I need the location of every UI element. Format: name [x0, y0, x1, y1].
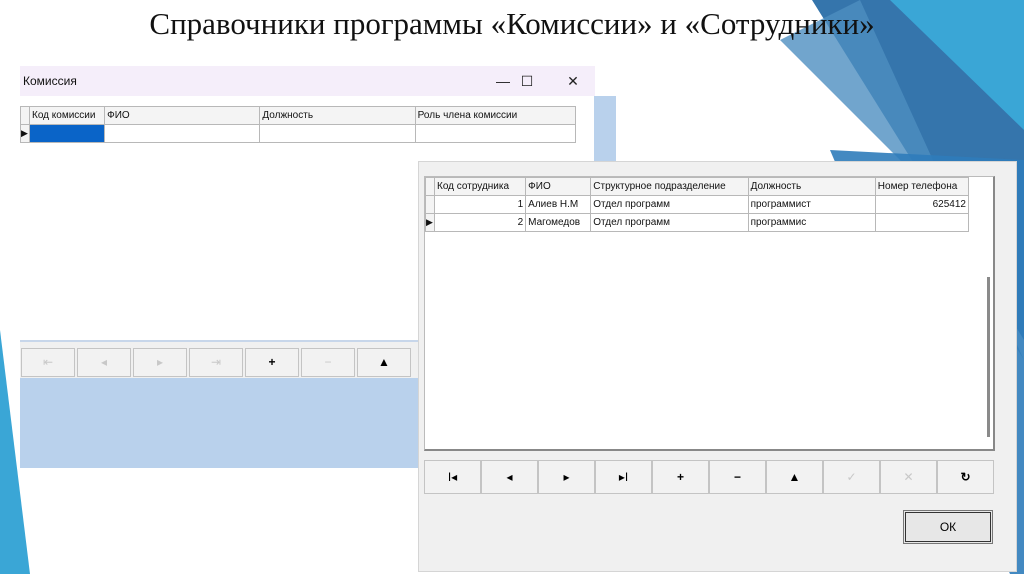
- row-indicator-header: [424, 177, 436, 196]
- table-cell[interactable]: 1: [434, 195, 527, 214]
- table-cell[interactable]: Алиев Н.М: [525, 195, 592, 214]
- column-header[interactable]: Должность: [259, 106, 416, 125]
- column-header[interactable]: Структурное подразделение: [590, 177, 749, 196]
- table-cell-selected[interactable]: [29, 124, 106, 143]
- maximize-button[interactable]: ☐: [514, 70, 540, 92]
- column-header[interactable]: ФИО: [525, 177, 592, 196]
- last-record-button[interactable]: ▸I: [595, 460, 652, 494]
- prior-record-button[interactable]: ◂: [481, 460, 538, 494]
- row-indicator-header: [19, 106, 31, 125]
- table-cell[interactable]: Магомедов: [525, 213, 592, 232]
- column-header[interactable]: Номер телефона: [874, 177, 970, 196]
- ok-button[interactable]: ОК: [903, 510, 993, 544]
- grid-header-row: Код комиссии ФИО Должность Роль члена ко…: [19, 106, 577, 125]
- next-record-button[interactable]: ▸: [133, 348, 187, 377]
- refresh-button[interactable]: ↻: [937, 460, 994, 494]
- table-row[interactable]: ▶: [19, 124, 577, 143]
- table-row[interactable]: 1 Алиев Н.М Отдел программ программист 6…: [424, 195, 970, 214]
- slide-title: Справочники программы «Комиссии» и «Сотр…: [149, 6, 875, 41]
- commission-grid[interactable]: Код комиссии ФИО Должность Роль члена ко…: [19, 106, 577, 143]
- table-cell[interactable]: программист: [747, 195, 876, 214]
- edit-record-button[interactable]: ▲: [357, 348, 411, 377]
- table-row[interactable]: ▶ 2 Магомедов Отдел программ программис: [424, 213, 970, 232]
- table-cell[interactable]: программис: [747, 213, 876, 232]
- window-title: Комиссия: [23, 74, 77, 88]
- table-cell[interactable]: [259, 124, 416, 143]
- table-cell[interactable]: 2: [434, 213, 527, 232]
- vertical-scrollbar[interactable]: [987, 277, 990, 437]
- delete-record-button[interactable]: −: [301, 348, 355, 377]
- row-indicator: [424, 195, 436, 214]
- table-cell[interactable]: Отдел программ: [590, 213, 749, 232]
- close-button[interactable]: ✕: [560, 70, 586, 92]
- delete-record-button[interactable]: −: [709, 460, 766, 494]
- cancel-edit-button[interactable]: ✕: [880, 460, 937, 494]
- last-record-button[interactable]: ⇥: [189, 348, 243, 377]
- table-cell[interactable]: Отдел программ: [590, 195, 749, 214]
- employees-grid[interactable]: Код сотрудника ФИО Структурное подраздел…: [424, 177, 970, 232]
- grid-header-row: Код сотрудника ФИО Структурное подраздел…: [424, 177, 970, 196]
- first-record-button[interactable]: I◂: [424, 460, 481, 494]
- table-cell[interactable]: [874, 213, 970, 232]
- current-row-indicator-icon: ▶: [19, 124, 31, 143]
- next-record-button[interactable]: ▸: [538, 460, 595, 494]
- employees-window: Код сотрудника ФИО Структурное подраздел…: [418, 161, 1017, 572]
- table-cell[interactable]: [414, 124, 577, 143]
- column-header[interactable]: Роль члена комиссии: [414, 106, 577, 125]
- column-header[interactable]: Код сотрудника: [434, 177, 527, 196]
- table-cell[interactable]: 625412: [874, 195, 970, 214]
- table-cell[interactable]: [104, 124, 261, 143]
- insert-record-button[interactable]: +: [245, 348, 299, 377]
- post-edit-button[interactable]: ✓: [823, 460, 880, 494]
- column-header[interactable]: Код комиссии: [29, 106, 106, 125]
- minimize-button[interactable]: —: [490, 70, 516, 92]
- edit-record-button[interactable]: ▲: [766, 460, 823, 494]
- prior-record-button[interactable]: ◂: [77, 348, 131, 377]
- employees-grid-container: Код сотрудника ФИО Структурное подраздел…: [424, 176, 995, 451]
- column-header[interactable]: Должность: [747, 177, 876, 196]
- title-bar: Комиссия — ☐ ✕: [20, 66, 595, 96]
- first-record-button[interactable]: ⇤: [21, 348, 75, 377]
- column-header[interactable]: ФИО: [104, 106, 261, 125]
- insert-record-button[interactable]: +: [652, 460, 709, 494]
- current-row-indicator-icon: ▶: [424, 213, 436, 232]
